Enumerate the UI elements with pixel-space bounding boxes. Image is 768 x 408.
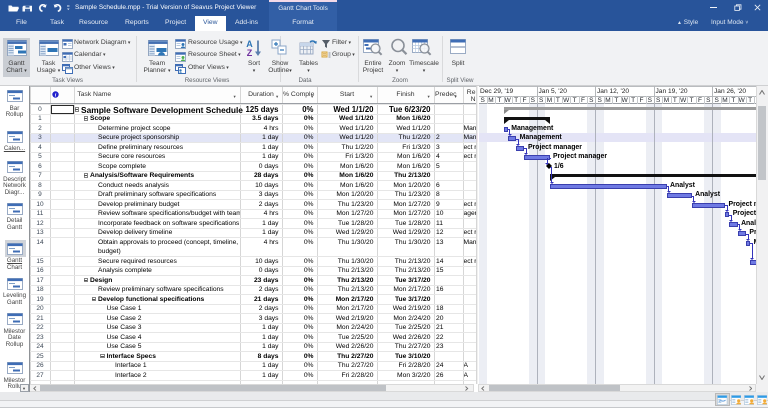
svg-text:Z: Z xyxy=(247,48,253,57)
